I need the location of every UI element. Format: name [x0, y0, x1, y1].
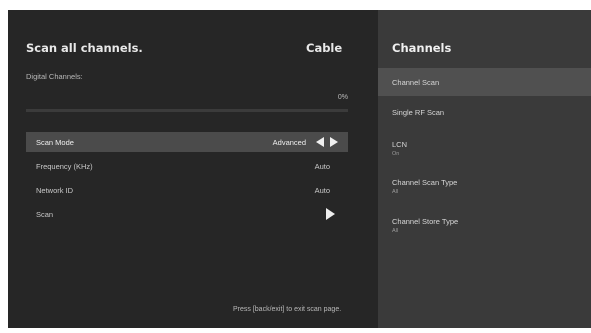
sidebar-item-channel-scan-type[interactable]: Channel Scan Type All	[378, 168, 591, 202]
frequency-value: Auto	[314, 162, 330, 171]
scan-mode-label: Scan Mode	[36, 138, 74, 147]
tv-screen: Scan all channels. Cable Digital Channel…	[8, 10, 591, 328]
sidebar-item-single-rf-scan[interactable]: Single RF Scan	[378, 98, 591, 126]
play-icon[interactable]	[326, 208, 335, 220]
sidebar-item-value: All	[392, 228, 399, 234]
sidebar-item-label: LCN	[392, 140, 408, 149]
sidebar-item-label: Single RF Scan	[392, 108, 445, 117]
channels-sidebar: Channels Channel Scan Single RF Scan LCN…	[378, 10, 591, 328]
signal-type-label: Cable	[306, 41, 343, 55]
scan-row[interactable]: Scan	[26, 204, 348, 224]
left-right-arrows-icon[interactable]	[316, 137, 338, 147]
frequency-label: Frequency (KHz)	[36, 162, 93, 171]
sidebar-item-channel-scan[interactable]: Channel Scan	[378, 68, 591, 96]
network-id-label: Network ID	[36, 186, 74, 195]
scan-title: Scan all channels.	[26, 41, 143, 55]
digital-channels-label: Digital Channels:	[26, 72, 83, 81]
scan-mode-row[interactable]: Scan Mode Advanced	[26, 132, 348, 152]
scan-progress-bar	[26, 109, 348, 112]
scan-panel: Scan all channels. Cable Digital Channel…	[8, 10, 378, 328]
sidebar-item-lcn[interactable]: LCN On	[378, 130, 591, 164]
sidebar-item-label: Channel Store Type	[392, 217, 459, 226]
sidebar-item-value: All	[392, 189, 399, 195]
network-id-row[interactable]: Network ID Auto	[26, 180, 348, 200]
frequency-row[interactable]: Frequency (KHz) Auto	[26, 156, 348, 176]
scan-mode-value: Advanced	[272, 138, 306, 147]
sidebar-title: Channels	[392, 41, 452, 55]
sidebar-item-value: On	[392, 151, 400, 157]
sidebar-item-label: Channel Scan	[392, 78, 440, 87]
scan-label: Scan	[36, 210, 54, 219]
network-id-value: Auto	[314, 186, 330, 195]
sidebar-item-label: Channel Scan Type	[392, 178, 458, 187]
exit-hint: Press [back/exit] to exit scan page.	[233, 306, 342, 313]
progress-percent: 0%	[337, 94, 348, 101]
sidebar-item-channel-store-type[interactable]: Channel Store Type All	[378, 207, 591, 241]
